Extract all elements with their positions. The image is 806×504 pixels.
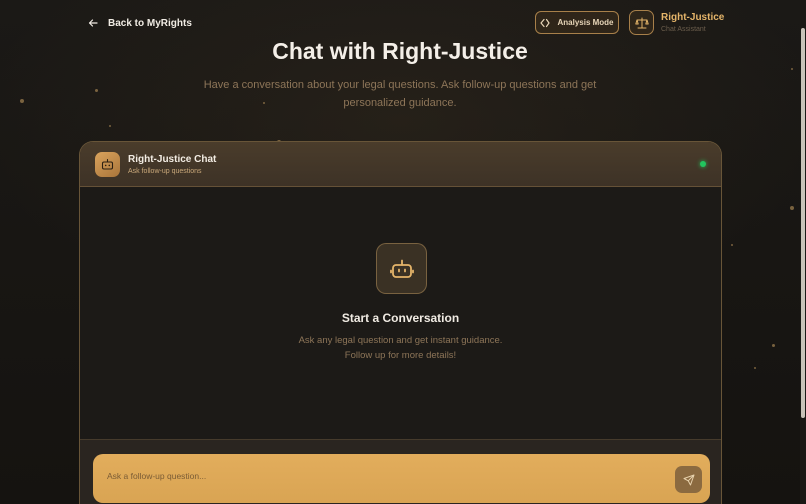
brand-subtitle: Chat Assistant	[661, 26, 706, 33]
chat-title: Right-Justice Chat	[128, 154, 217, 165]
background-particle	[790, 206, 794, 210]
background-particle	[95, 89, 98, 92]
page-subtitle: Have a conversation about your legal que…	[203, 79, 597, 109]
bot-icon	[389, 259, 414, 278]
bot-icon	[101, 158, 114, 170]
brand-name: Right-Justice	[661, 12, 725, 23]
arrow-left-icon	[88, 19, 98, 27]
chat-header: Right-Justice Chat Ask follow-up questio…	[80, 142, 721, 187]
chat-input-container	[93, 454, 710, 503]
back-link-label: Back to MyRights	[108, 17, 192, 29]
analysis-mode-label: Analysis Mode	[557, 18, 614, 27]
background-particle	[772, 344, 775, 347]
back-to-myrights-link[interactable]: Back to MyRights	[88, 14, 192, 32]
scrollbar-thumb[interactable]	[801, 28, 805, 418]
page: Back to MyRights Analysis Mode Right-Jus…	[0, 0, 806, 504]
brand-logo	[629, 10, 654, 35]
background-particle	[109, 125, 111, 127]
empty-state-line: Ask any legal question and get instant g…	[298, 335, 503, 346]
chat-subtitle: Ask follow-up questions	[128, 168, 202, 175]
chat-message-input[interactable]	[107, 466, 647, 486]
chat-messages-area: Start a Conversation Ask any legal quest…	[80, 187, 721, 439]
chat-panel: Right-Justice Chat Ask follow-up questio…	[79, 141, 722, 504]
send-icon	[683, 474, 694, 485]
scale-icon	[634, 17, 649, 28]
background-particle	[731, 244, 733, 246]
send-button[interactable]	[675, 466, 702, 493]
background-particle	[791, 68, 793, 70]
analysis-mode-button[interactable]: Analysis Mode	[535, 11, 619, 34]
background-particle	[754, 367, 756, 369]
online-status-indicator	[700, 161, 706, 167]
empty-state-title: Start a Conversation	[341, 311, 460, 325]
page-title: Chat with Right-Justice	[272, 38, 528, 64]
empty-state-icon-box	[376, 243, 427, 294]
chat-input-bar	[80, 439, 721, 504]
page-scrollbar[interactable]	[800, 0, 806, 504]
code-icon	[540, 18, 551, 27]
empty-state-description: Ask any legal question and get instant g…	[80, 333, 721, 363]
background-particle	[20, 99, 24, 103]
chat-avatar	[95, 152, 120, 177]
empty-state-line: Follow up for more details!	[344, 350, 457, 361]
